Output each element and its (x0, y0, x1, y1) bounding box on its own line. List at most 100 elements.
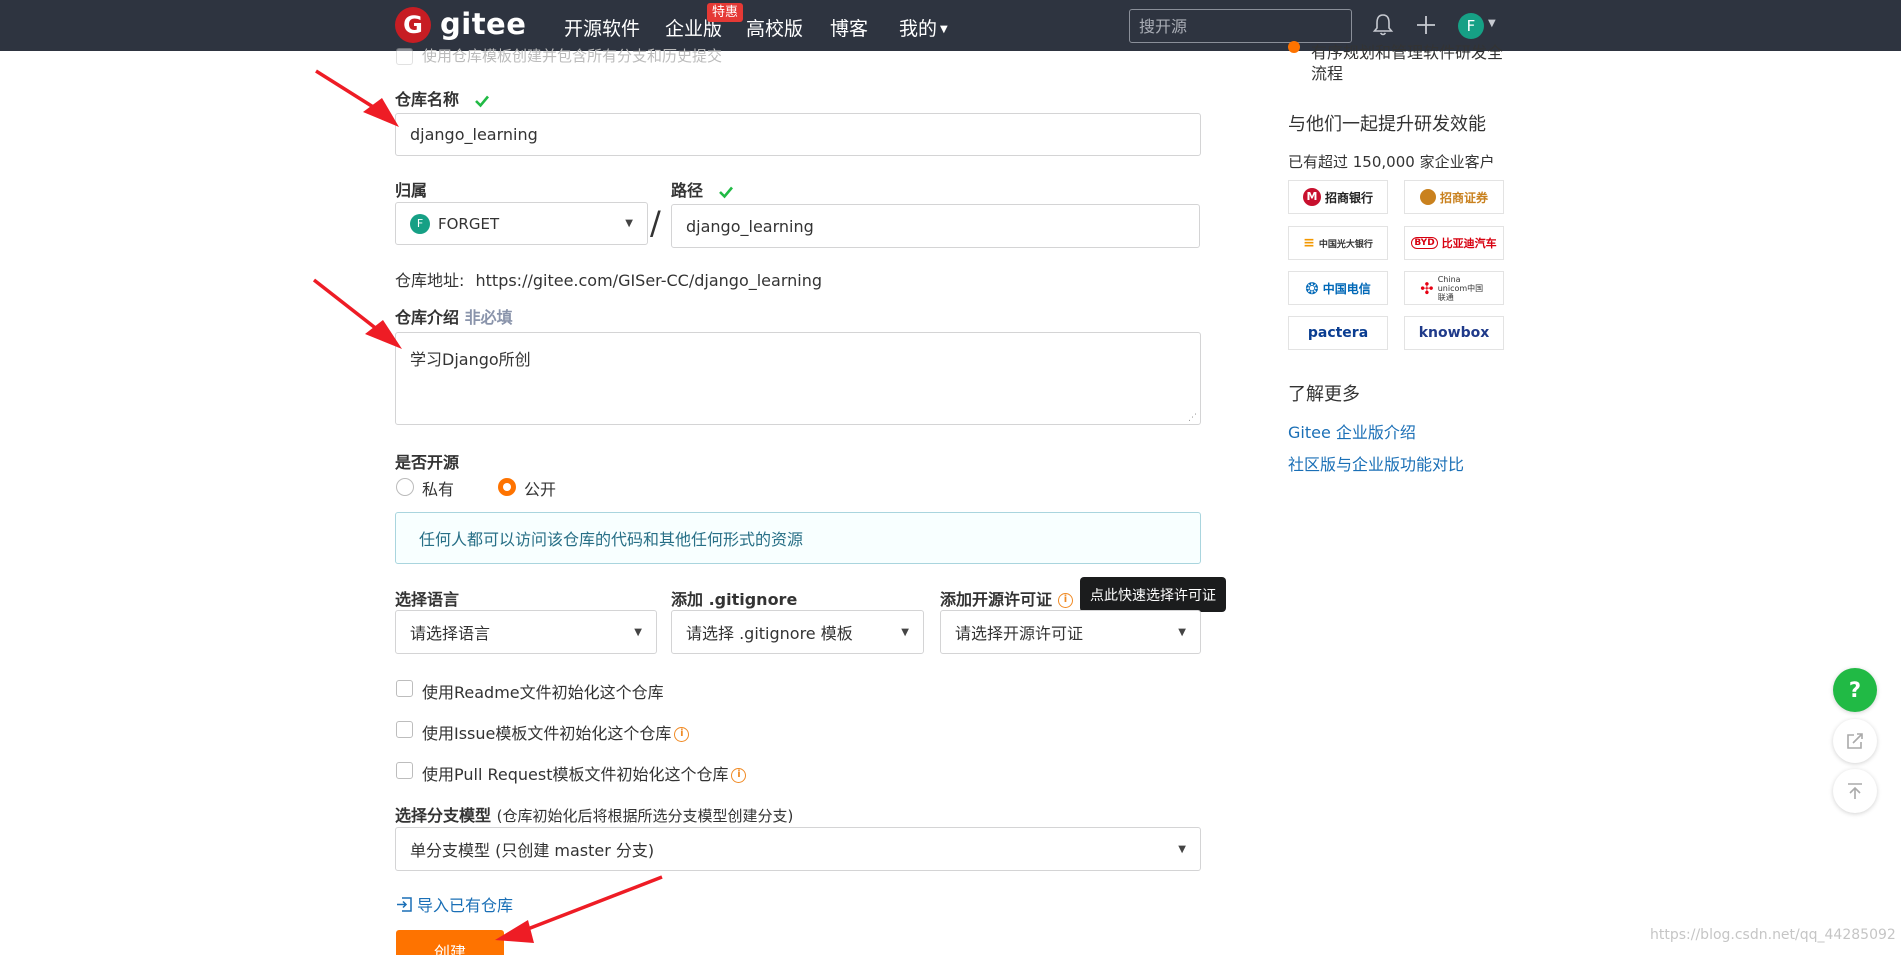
pr-template-text: 使用Pull Request模板文件初始化这个仓库 (422, 765, 729, 784)
language-select[interactable]: 请选择语言 ▼ (395, 610, 657, 654)
nav-university[interactable]: 高校版 (746, 14, 803, 41)
customer-logo-name: 招商证券 (1439, 190, 1488, 205)
customer-logo-name: knowbox (1418, 325, 1490, 341)
branch-model-label: 选择分支模型 (仓库初始化后将根据所选分支模型创建分支) (395, 802, 793, 826)
issue-template-label: 使用Issue模板文件初始化这个仓库 i (422, 720, 690, 744)
path-separator: / (650, 204, 661, 242)
nav-open-source[interactable]: 开源软件 (564, 14, 640, 41)
info-icon[interactable]: i (731, 768, 747, 783)
private-label: 私有 (422, 480, 455, 499)
private-radio[interactable] (396, 478, 414, 496)
cmb-logo-icon: M (1302, 188, 1321, 206)
user-avatar[interactable]: F (1458, 13, 1484, 39)
chevron-down-icon: ▼ (940, 24, 948, 35)
telecom-logo-icon: ❂ (1305, 278, 1319, 298)
path-value: django_learning (686, 216, 814, 236)
annotation-arrow-intro (312, 278, 402, 349)
ceb-logo-icon: ≡ (1303, 235, 1315, 251)
unicom-logo-icon: ✣ (1420, 278, 1434, 298)
info-icon[interactable]: i (674, 727, 690, 742)
intro-value: 学习Django所创 (410, 350, 531, 369)
branch-model-note: (仓库初始化后将根据所选分支模型创建分支) (496, 807, 794, 825)
search-input[interactable] (1129, 9, 1352, 43)
create-button-label: 创建 (433, 943, 466, 962)
public-label: 公开 (524, 480, 557, 499)
gitee-logo-text[interactable]: gitee (440, 7, 526, 41)
owner-value: FORGET (438, 214, 500, 233)
intro-optional: 非必填 (464, 308, 513, 327)
learn-more-title: 了解更多 (1288, 384, 1360, 405)
branch-model-value: 单分支模型 (只创建 master 分支) (410, 841, 655, 860)
enterprise-intro-link[interactable]: Gitee 企业版介绍 (1288, 419, 1416, 443)
create-button[interactable]: 创建 (396, 930, 504, 962)
repo-name-value: django_learning (410, 125, 538, 144)
chevron-down-icon: ▼ (901, 626, 909, 638)
license-select[interactable]: 请选择开源许可证 ▼ (940, 610, 1201, 654)
repo-address: 仓库地址: https://gitee.com/GISer-CC/django_… (395, 267, 822, 291)
pr-template-checkbox[interactable] (396, 762, 413, 779)
repo-name-input[interactable]: django_learning (395, 113, 1201, 156)
template-checkbox[interactable] (396, 48, 413, 65)
customer-logo-knowbox: knowbox (1404, 316, 1504, 350)
repo-address-url: https://gitee.com/GISer-CC/django_learni… (475, 271, 823, 290)
import-repo-label: 导入已有仓库 (417, 896, 514, 915)
import-icon (397, 896, 412, 912)
top-navbar: G gitee 开源软件 企业版 特惠 高校版 博客 我的▼ F ▼ (0, 0, 1901, 51)
intro-label-text: 仓库介绍 (395, 308, 460, 327)
intro-textarea[interactable]: 学习Django所创 ⋰ (395, 332, 1201, 425)
nav-mine[interactable]: 我的 ▼ (899, 14, 948, 41)
visibility-info-text: 任何人都可以访问该仓库的代码和其他任何形式的资源 (419, 530, 804, 549)
customer-logo-name: 中国光大银行 (1318, 239, 1373, 250)
license-value: 请选择开源许可证 (955, 624, 1084, 643)
license-label: 添加开源许可证 i (940, 586, 1074, 610)
branch-model-label-text: 选择分支模型 (395, 806, 492, 825)
open-source-label: 是否开源 (395, 453, 460, 472)
gitignore-select[interactable]: 请选择 .gitignore 模板 ▼ (671, 610, 924, 654)
customer-logo-byd: BYD 比亚迪汽车 (1404, 226, 1504, 260)
visibility-info-message: 任何人都可以访问该仓库的代码和其他任何形式的资源 (395, 512, 1201, 564)
nav-blog[interactable]: 博客 (830, 14, 868, 41)
issue-template-checkbox[interactable] (396, 721, 413, 738)
import-repo-link[interactable]: 导入已有仓库 (396, 892, 513, 916)
cms-logo-icon (1419, 189, 1436, 205)
edition-compare-link[interactable]: 社区版与企业版功能对比 (1288, 451, 1464, 475)
chevron-down-icon[interactable]: ▼ (1488, 18, 1496, 29)
customer-logo-name: 招商银行 (1324, 190, 1373, 205)
radio-dot (503, 483, 511, 491)
public-radio[interactable] (498, 478, 516, 496)
resize-handle-icon[interactable]: ⋰ (1188, 413, 1197, 423)
bullet-dot (1288, 41, 1300, 53)
path-input[interactable]: django_learning (671, 204, 1200, 248)
bell-icon[interactable] (1370, 12, 1396, 38)
help-icon: ? (1848, 678, 1862, 702)
share-button[interactable] (1833, 719, 1877, 763)
back-to-top-button[interactable] (1833, 769, 1877, 813)
plus-icon[interactable] (1413, 12, 1439, 38)
customer-logo-cmb: M 招商银行 (1288, 180, 1388, 214)
readme-checkbox[interactable] (396, 680, 413, 697)
chevron-down-icon: ▼ (634, 626, 642, 638)
info-icon[interactable]: i (1058, 593, 1074, 608)
annotation-arrow-create (495, 875, 663, 943)
chevron-down-icon: ▼ (1178, 626, 1186, 638)
repo-address-label: 仓库地址: (395, 271, 465, 290)
gitignore-label: 添加 .gitignore (671, 590, 798, 609)
customer-logo-name: 比亚迪汽车 (1441, 237, 1497, 250)
readme-label: 使用Readme文件初始化这个仓库 (422, 683, 664, 702)
gitee-logo-icon[interactable]: G (395, 7, 431, 43)
owner-selected: F FORGET (410, 213, 500, 234)
language-label: 选择语言 (395, 590, 460, 609)
issue-template-text: 使用Issue模板文件初始化这个仓库 (422, 724, 672, 743)
gitignore-value: 请选择 .gitignore 模板 (686, 624, 853, 643)
share-icon (1847, 733, 1863, 749)
customer-logo-telecom: ❂ 中国电信 (1288, 271, 1388, 305)
check-icon (474, 95, 489, 107)
template-checkbox-label: 使用仓库模板创建并包含所有分支和历史提交 (422, 47, 723, 65)
license-label-text: 添加开源许可证 (940, 590, 1053, 609)
chevron-down-icon: ▼ (1178, 843, 1186, 855)
branch-model-select[interactable]: 单分支模型 (只创建 master 分支) ▼ (395, 827, 1201, 871)
help-button[interactable]: ? (1833, 668, 1877, 712)
license-tooltip-text: 点此快速选择许可证 (1090, 587, 1216, 604)
owner-select[interactable]: F FORGET ▼ (395, 202, 648, 245)
sidebar-feature-text-2: 流程 (1311, 64, 1344, 83)
